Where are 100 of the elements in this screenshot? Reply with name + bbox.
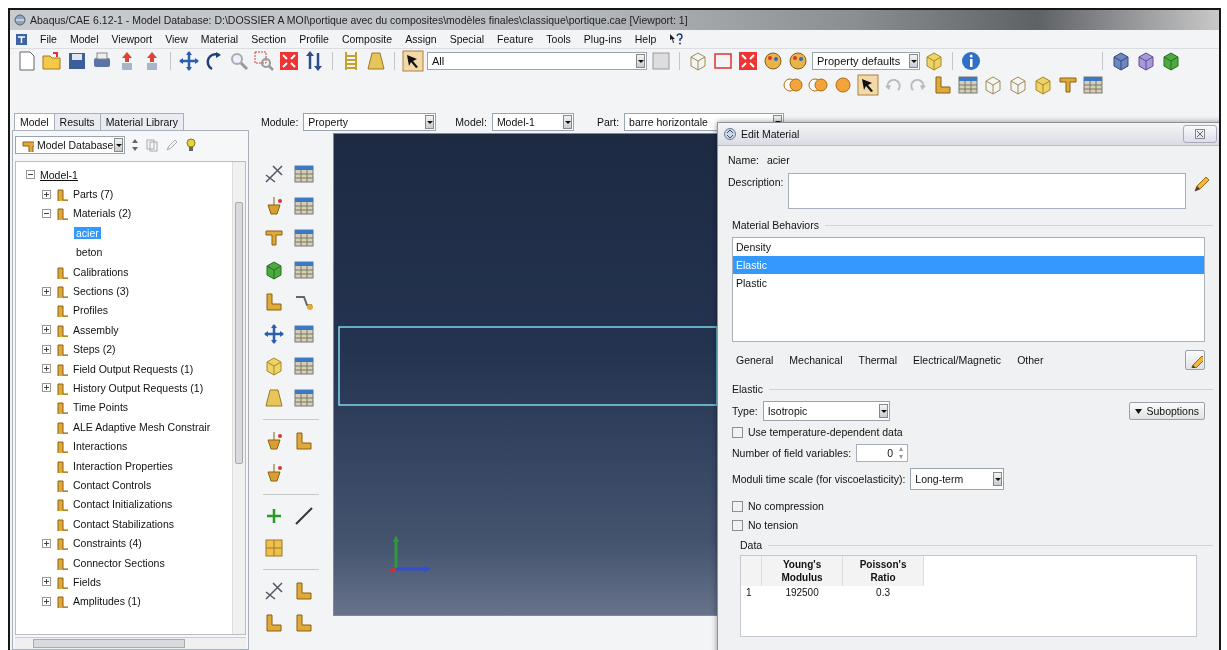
field-variables-spinner[interactable]: 0 [856, 444, 909, 462]
horizontal-scrollbar[interactable] [15, 637, 246, 649]
render-defaults-combo[interactable]: Property defaults [812, 52, 920, 70]
checkbox[interactable] [732, 426, 743, 438]
manager-icon[interactable] [293, 195, 317, 217]
description-field[interactable] [788, 173, 1186, 209]
tree-item[interactable]: Materials (2) [71, 207, 134, 220]
tree-item[interactable]: Profiles [71, 304, 110, 317]
tree-item[interactable]: Interaction Properties [71, 459, 175, 472]
manager-icon[interactable] [293, 227, 317, 249]
tree-item[interactable]: History Output Requests (1) [71, 382, 206, 394]
tab[interactable]: Material Library [99, 113, 184, 130]
menu-item[interactable]: Composite [341, 33, 393, 45]
menu-item[interactable]: File [40, 33, 57, 45]
tree-item[interactable]: Fields [71, 575, 103, 588]
tree-item[interactable]: ALE Adaptive Mesh Constrair [71, 420, 213, 433]
menu-item[interactable]: View [165, 33, 188, 45]
menu-item[interactable]: Other [1017, 354, 1044, 366]
tree-item[interactable]: Calibrations [71, 265, 131, 278]
section-icon[interactable] [1057, 74, 1079, 96]
source-combo[interactable]: Model Database [15, 136, 125, 154]
tree-item[interactable]: Amplitudes (1) [71, 595, 143, 608]
tab[interactable]: Results [53, 113, 101, 130]
menu-item[interactable]: Material [200, 33, 239, 45]
box-zoom-icon[interactable] [253, 50, 275, 72]
tree-item[interactable]: Assembly [71, 323, 121, 336]
tree-item[interactable]: Sections (3) [71, 285, 132, 298]
tree-item[interactable]: Steps (2) [71, 343, 118, 356]
edit-icon[interactable] [165, 138, 179, 152]
list-item[interactable]: Plastic [733, 274, 1204, 292]
menu-item[interactable]: Special [449, 33, 485, 45]
cube-icon[interactable] [1135, 50, 1157, 72]
checkbox[interactable] [732, 500, 743, 512]
manager-icon[interactable] [293, 259, 317, 281]
cube-icon[interactable] [1160, 50, 1182, 72]
tree-item[interactable]: beton [74, 246, 105, 259]
menu-item[interactable]: Electrical/Magnetic [913, 354, 1002, 366]
expander-icon[interactable] [42, 383, 51, 393]
tree-item[interactable]: Contact Initializations [71, 498, 175, 511]
tree-item[interactable]: Connector Sections [71, 556, 167, 569]
model-combo[interactable]: Model-1 [491, 113, 574, 131]
checkbox[interactable] [732, 519, 743, 531]
highlight-icon[interactable] [737, 50, 759, 72]
menu-item[interactable]: Tools [546, 33, 571, 45]
menu-item[interactable]: Mechanical [789, 354, 843, 366]
moduli-combo[interactable]: Long-term [910, 468, 1005, 490]
expander-icon[interactable] [42, 325, 51, 335]
close-icon[interactable] [1195, 129, 1205, 139]
module-combo[interactable]: Property [303, 113, 437, 131]
list-item[interactable]: Density [733, 238, 1204, 256]
selection-filter-combo[interactable]: All [427, 52, 647, 70]
menu-item[interactable]: Help [634, 33, 657, 45]
tree-item[interactable]: Parts (7) [71, 188, 116, 201]
expander-icon[interactable] [42, 577, 51, 587]
open-folder-icon[interactable] [41, 50, 63, 72]
whats-this-icon[interactable] [669, 33, 684, 45]
menu-item[interactable]: Thermal [858, 354, 897, 366]
type-combo[interactable]: Isotropic [762, 401, 890, 421]
tree-item[interactable]: Model-1 [38, 168, 80, 181]
menu-item[interactable]: Viewport [111, 33, 153, 45]
close-button[interactable] [1183, 125, 1217, 143]
pointer-icon[interactable] [857, 74, 879, 96]
tree-item[interactable]: Contact Controls [71, 478, 154, 491]
menu-item[interactable]: Profile [299, 33, 329, 45]
expander-icon[interactable] [42, 364, 51, 374]
tree-item[interactable]: Constraints (4) [71, 537, 144, 550]
menu-item[interactable]: Feature [497, 33, 534, 45]
menu-item[interactable]: Assign [405, 33, 437, 45]
manager-icon[interactable] [293, 323, 317, 345]
info-icon[interactable] [960, 50, 982, 72]
menu-item[interactable]: Model [69, 33, 99, 45]
palette-icon[interactable] [787, 50, 809, 72]
expander-icon[interactable] [26, 170, 35, 180]
select-cursor-icon[interactable] [402, 50, 424, 72]
rectangle-icon[interactable] [712, 50, 734, 72]
table-icon[interactable] [1082, 74, 1104, 96]
render-icon[interactable] [762, 50, 784, 72]
suboptions-button[interactable]: Suboptions [1129, 402, 1205, 420]
expander-icon[interactable] [42, 344, 51, 354]
tree-item[interactable]: Field Output Requests (1) [71, 362, 196, 375]
expander-icon[interactable] [42, 189, 51, 199]
tree-item[interactable]: Interactions [71, 440, 130, 453]
expander-icon[interactable] [42, 208, 51, 218]
manager-icon[interactable] [293, 163, 317, 185]
menu-item[interactable]: General [736, 354, 774, 366]
part-icon[interactable] [932, 74, 954, 96]
sort-arrows-icon[interactable] [303, 50, 325, 72]
bulb-icon[interactable] [185, 138, 197, 152]
save-icon[interactable] [66, 50, 88, 72]
tree-item[interactable]: Contact Stabilizations [71, 517, 176, 530]
expander-icon[interactable] [42, 596, 51, 606]
copy-icon[interactable] [687, 50, 709, 72]
manager-icon[interactable] [293, 387, 317, 409]
vertical-scrollbar[interactable] [232, 162, 245, 634]
edit-button[interactable] [1185, 350, 1205, 370]
cube-icon[interactable] [1110, 50, 1132, 72]
sort-arrows-icon[interactable] [131, 138, 139, 152]
menu-item[interactable]: Plug-ins [583, 33, 622, 45]
tab[interactable]: Model [14, 113, 55, 130]
window-menu-icon[interactable] [16, 33, 27, 45]
